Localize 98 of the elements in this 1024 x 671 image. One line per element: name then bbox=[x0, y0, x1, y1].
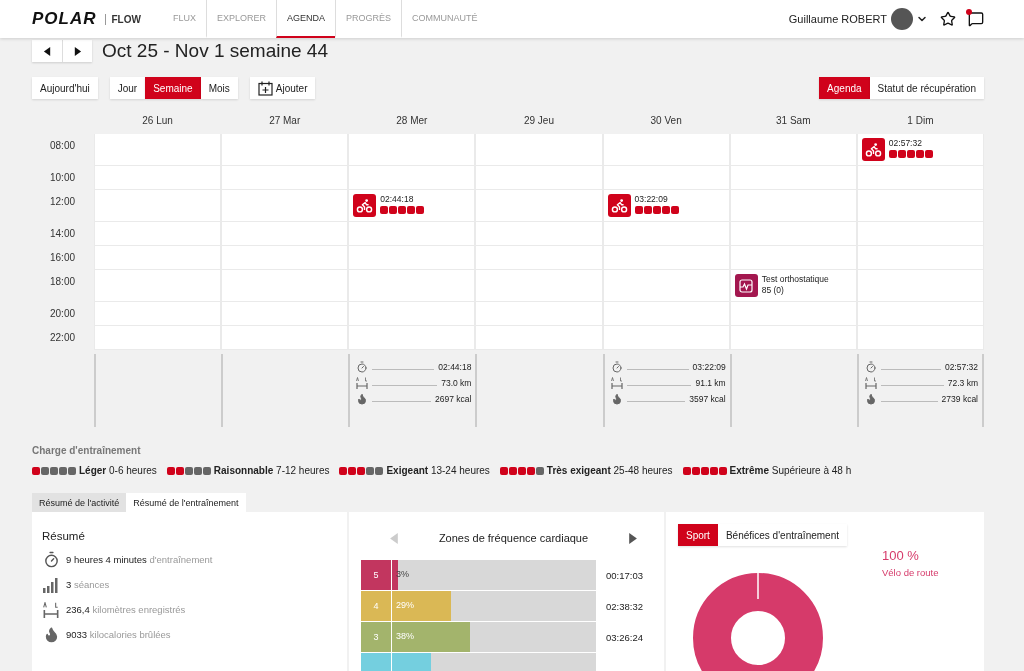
week-title: Oct 25 - Nov 1 semaine 44 bbox=[102, 40, 328, 62]
today-button[interactable]: Aujourd'hui bbox=[32, 77, 98, 99]
sport-share: 100 % bbox=[882, 548, 920, 563]
day-label: 28 Mer bbox=[395, 114, 429, 126]
mode-button[interactable]: Agenda bbox=[819, 77, 870, 99]
day-duration: 02:44:18 bbox=[438, 361, 472, 372]
zone-time: 00:17:03 bbox=[606, 569, 643, 581]
day-calories: 2739 kcal bbox=[941, 393, 978, 404]
cycling-icon[interactable] bbox=[607, 194, 631, 217]
zone-percent: 29% bbox=[396, 600, 414, 610]
legend-text: Raisonnable 7-12 heures bbox=[213, 465, 330, 476]
day-label: 26 Lun bbox=[141, 114, 174, 126]
tab[interactable]: Résumé de l'entraînement bbox=[126, 493, 246, 512]
time-label: 10:00 bbox=[50, 172, 76, 183]
star-icon[interactable] bbox=[940, 11, 956, 27]
zone-percent: 38% bbox=[396, 631, 414, 641]
time-label: 14:00 bbox=[50, 228, 76, 239]
next-week-button[interactable] bbox=[62, 40, 92, 62]
calendar-cell[interactable]: Test orthostatique 85 (0) bbox=[730, 270, 856, 301]
distance-icon bbox=[43, 601, 59, 618]
zone-number: 4 bbox=[361, 591, 392, 621]
zone-time: 02:38:32 bbox=[606, 600, 643, 612]
summary-stat: 3 séances bbox=[66, 579, 110, 590]
day-label: 29 Jeu bbox=[522, 114, 555, 126]
day-distance: 73.0 km bbox=[441, 377, 472, 388]
left-triangle-icon bbox=[389, 532, 400, 544]
time-label: 20:00 bbox=[50, 308, 76, 319]
day-duration: 03:22:09 bbox=[692, 361, 726, 372]
zones-title: Zones de fréquence cardiaque bbox=[438, 532, 589, 544]
summary-title: Résumé bbox=[42, 530, 86, 542]
legend-text: Léger 0-6 heures bbox=[79, 465, 157, 476]
stopwatch-icon bbox=[42, 551, 60, 568]
avatar-icon[interactable] bbox=[891, 8, 913, 30]
calendar-cell[interactable]: 02:44:18 bbox=[349, 190, 475, 221]
left-triangle-icon bbox=[42, 46, 52, 56]
polar-logo[interactable]: POLAR bbox=[32, 9, 97, 29]
bar-chart-icon bbox=[43, 576, 59, 593]
time-label: 22:00 bbox=[50, 332, 76, 343]
day-label: 27 Mar bbox=[268, 114, 302, 126]
next-zone-button[interactable] bbox=[627, 532, 638, 544]
mode-button[interactable]: Statut de récupération bbox=[869, 77, 984, 99]
tab[interactable]: Résumé de l'activité bbox=[32, 493, 127, 512]
sport-tab[interactable]: Sport bbox=[678, 524, 718, 546]
day-label: 30 Ven bbox=[649, 114, 683, 126]
stopwatch-icon bbox=[610, 360, 623, 373]
flame-icon bbox=[610, 392, 623, 405]
day-distance: 91.1 km bbox=[695, 377, 726, 388]
calendar-add-icon bbox=[257, 80, 273, 96]
day-calories: 3597 kcal bbox=[689, 393, 726, 404]
legend-title: Charge d'entraînement bbox=[32, 445, 142, 456]
zone-number: 3 bbox=[361, 622, 392, 652]
right-triangle-icon bbox=[73, 46, 82, 56]
legend-text: Exigeant 13-24 heures bbox=[386, 465, 490, 476]
user-name[interactable]: Guillaume ROBERT bbox=[788, 13, 887, 25]
view-button[interactable]: Jour bbox=[109, 77, 146, 99]
summary-stat: 9033 kilocalories brûlées bbox=[66, 629, 171, 640]
day-duration: 02:57:32 bbox=[944, 361, 978, 372]
time-label: 12:00 bbox=[50, 196, 76, 207]
view-button[interactable]: Semaine bbox=[145, 77, 201, 99]
flame-icon bbox=[356, 392, 369, 405]
test-result: 85 (0) bbox=[761, 285, 785, 296]
stopwatch-icon bbox=[356, 360, 369, 373]
heart-test-icon[interactable] bbox=[734, 274, 758, 297]
add-button[interactable]: Ajouter bbox=[249, 77, 316, 99]
calendar-cell[interactable]: 02:57:32 bbox=[857, 134, 983, 165]
nav-link[interactable]: AGENDA bbox=[276, 0, 335, 38]
right-triangle-icon bbox=[627, 532, 638, 544]
sport-tab[interactable]: Bénéfices d'entraînement bbox=[717, 524, 847, 546]
distance-icon bbox=[356, 376, 369, 389]
day-calories: 2697 kcal bbox=[435, 393, 472, 404]
summary-stat: 9 heures 4 minutes d'entraînement bbox=[66, 554, 213, 565]
time-label: 18:00 bbox=[50, 276, 76, 287]
stopwatch-icon bbox=[864, 360, 877, 373]
product-name: FLOW bbox=[104, 13, 141, 25]
day-label: 31 Sam bbox=[775, 114, 812, 126]
training-duration: 02:44:18 bbox=[380, 194, 415, 205]
day-label: 1 Dim bbox=[906, 114, 935, 126]
cycling-icon[interactable] bbox=[861, 138, 885, 161]
previous-week-button[interactable] bbox=[32, 40, 62, 62]
distance-icon bbox=[610, 376, 623, 389]
zone-number: 5 bbox=[361, 560, 392, 590]
cycling-icon[interactable] bbox=[353, 194, 377, 217]
time-label: 16:00 bbox=[50, 252, 76, 263]
legend-text: Très exigeant 25-48 heures bbox=[546, 465, 673, 476]
view-button[interactable]: Mois bbox=[200, 77, 238, 99]
training-duration: 02:57:32 bbox=[888, 138, 923, 149]
calendar-cell[interactable]: 03:22:09 bbox=[603, 190, 729, 221]
time-label: 08:00 bbox=[50, 140, 76, 151]
message-icon[interactable] bbox=[968, 11, 984, 27]
zone-time: 03:26:24 bbox=[606, 631, 643, 643]
legend-text: Extrême Supérieure à 48 h bbox=[729, 465, 852, 476]
sport-name: Vélo de route bbox=[882, 567, 939, 578]
test-name: Test orthostatique bbox=[761, 274, 829, 285]
distance-icon bbox=[864, 376, 877, 389]
training-duration: 03:22:09 bbox=[634, 194, 669, 205]
flame-icon bbox=[864, 392, 877, 405]
summary-stat: 236,4 kilomètres enregistrés bbox=[66, 604, 186, 615]
day-distance: 72.3 km bbox=[947, 377, 978, 388]
